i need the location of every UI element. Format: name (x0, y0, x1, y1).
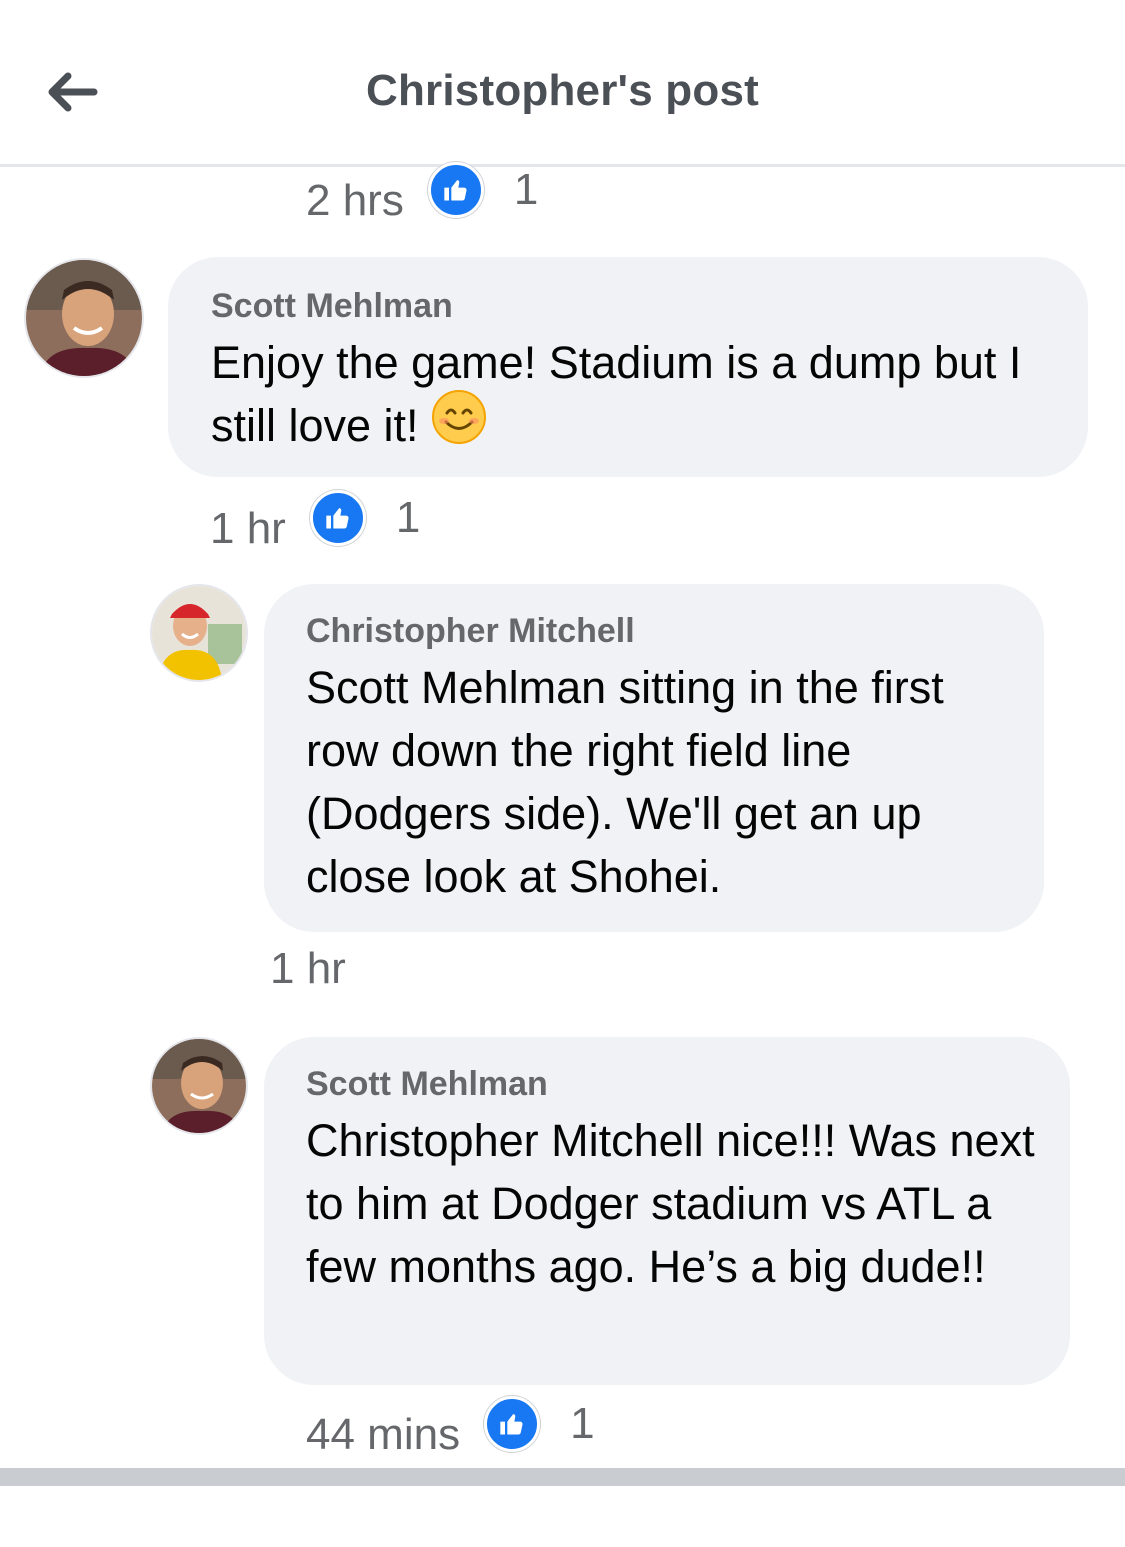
avatar[interactable] (150, 1037, 248, 1135)
smiling-face-icon (431, 389, 487, 461)
comment-time[interactable]: 2 hrs (306, 176, 404, 226)
comment-time[interactable]: 1 hr (210, 504, 286, 554)
comment-text: Christopher Mitchell nice!!! Was next to… (306, 1115, 1035, 1292)
divider (0, 1468, 1125, 1486)
top-bar: Christopher's post (0, 0, 1125, 167)
comment-text: Enjoy the game! Stadium is a dump but I … (211, 331, 1061, 461)
comment-time[interactable]: 1 hr (270, 944, 346, 994)
like-count: 1 (513, 165, 539, 214)
comment-author[interactable]: Scott Mehlman (211, 287, 453, 326)
like-count: 1 (395, 493, 421, 542)
comment-meta: 2 hrs 1 (306, 162, 538, 226)
like-count: 1 (570, 1399, 595, 1448)
comment-author[interactable]: Scott Mehlman (306, 1065, 548, 1104)
comment-bubble: Scott Mehlman Christopher Mitchell nice!… (264, 1037, 1070, 1385)
comment-meta: 44 mins 1 (306, 1396, 595, 1460)
comment-bubble: Scott Mehlman Enjoy the game! Stadium is… (168, 257, 1088, 477)
like-reaction-icon[interactable] (484, 1396, 541, 1452)
like-reaction-icon[interactable] (309, 490, 366, 546)
comment-author[interactable]: Christopher Mitchell (306, 612, 635, 651)
comment-meta: 1 hr 1 (210, 490, 420, 554)
avatar[interactable] (150, 584, 248, 682)
comment-time[interactable]: 44 mins (306, 1410, 460, 1460)
comment-text: Scott Mehlman sitting in the first row d… (306, 662, 944, 902)
comment-meta: 1 hr (270, 944, 370, 994)
page-title: Christopher's post (366, 66, 759, 115)
comment-bubble: Christopher Mitchell Scott Mehlman sitti… (264, 584, 1044, 932)
like-reaction-icon[interactable] (427, 162, 484, 218)
avatar[interactable] (24, 258, 144, 378)
